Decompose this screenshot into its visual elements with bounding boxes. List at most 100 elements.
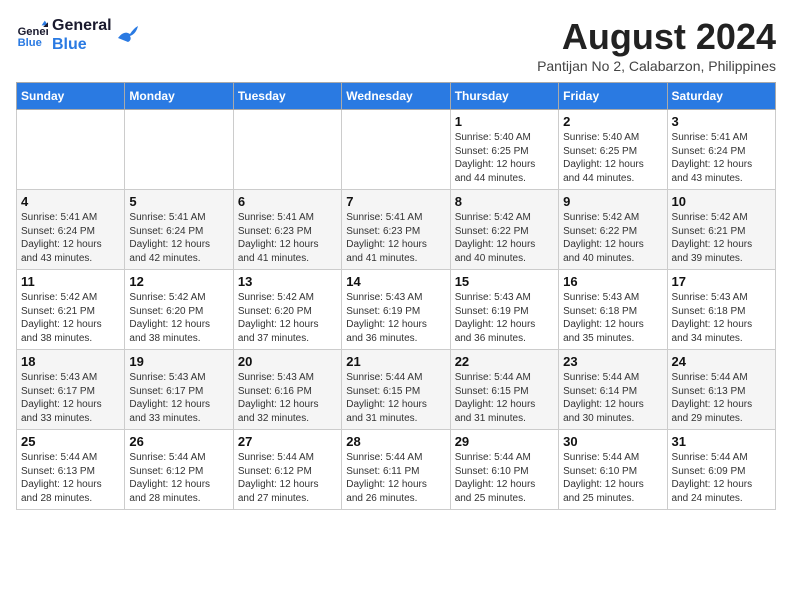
day-number: 10 bbox=[672, 194, 771, 209]
day-number: 25 bbox=[21, 434, 120, 449]
day-number: 24 bbox=[672, 354, 771, 369]
day-info: Sunrise: 5:43 AM Sunset: 6:16 PM Dayligh… bbox=[238, 371, 337, 425]
header: General Blue General Blue August 2024 Pa… bbox=[16, 16, 776, 74]
calendar-cell: 7 Sunrise: 5:41 AM Sunset: 6:23 PM Daylig… bbox=[342, 190, 450, 270]
weekday-header-friday: Friday bbox=[559, 83, 667, 110]
day-number: 31 bbox=[672, 434, 771, 449]
day-number: 4 bbox=[21, 194, 120, 209]
calendar-cell: 9 Sunrise: 5:42 AM Sunset: 6:22 PM Daylig… bbox=[559, 190, 667, 270]
day-info: Sunrise: 5:44 AM Sunset: 6:13 PM Dayligh… bbox=[672, 371, 771, 425]
day-info: Sunrise: 5:41 AM Sunset: 6:24 PM Dayligh… bbox=[129, 211, 228, 265]
day-info: Sunrise: 5:43 AM Sunset: 6:18 PM Dayligh… bbox=[672, 291, 771, 345]
day-number: 20 bbox=[238, 354, 337, 369]
day-info: Sunrise: 5:42 AM Sunset: 6:20 PM Dayligh… bbox=[238, 291, 337, 345]
day-info: Sunrise: 5:43 AM Sunset: 6:19 PM Dayligh… bbox=[455, 291, 554, 345]
day-info: Sunrise: 5:41 AM Sunset: 6:23 PM Dayligh… bbox=[238, 211, 337, 265]
day-info: Sunrise: 5:42 AM Sunset: 6:22 PM Dayligh… bbox=[563, 211, 662, 265]
day-info: Sunrise: 5:40 AM Sunset: 6:25 PM Dayligh… bbox=[455, 131, 554, 185]
calendar-cell: 25 Sunrise: 5:44 AM Sunset: 6:13 PM Dayli… bbox=[17, 430, 125, 510]
calendar-cell: 31Sunrise: 5:44 AM Sunset: 6:09 PM Dayli… bbox=[667, 430, 775, 510]
calendar-cell: 24 Sunrise: 5:44 AM Sunset: 6:13 PM Dayli… bbox=[667, 350, 775, 430]
calendar-cell: 14Sunrise: 5:43 AM Sunset: 6:19 PM Dayli… bbox=[342, 270, 450, 350]
calendar-cell: 4 Sunrise: 5:41 AM Sunset: 6:24 PM Daylig… bbox=[17, 190, 125, 270]
day-number: 7 bbox=[346, 194, 445, 209]
calendar-cell: 3 Sunrise: 5:41 AM Sunset: 6:24 PM Daylig… bbox=[667, 110, 775, 190]
calendar-week-3: 11Sunrise: 5:42 AM Sunset: 6:21 PM Dayli… bbox=[17, 270, 776, 350]
calendar-cell: 8 Sunrise: 5:42 AM Sunset: 6:22 PM Daylig… bbox=[450, 190, 558, 270]
weekday-header-row: SundayMondayTuesdayWednesdayThursdayFrid… bbox=[17, 83, 776, 110]
calendar-cell: 13 Sunrise: 5:42 AM Sunset: 6:20 PM Dayli… bbox=[233, 270, 341, 350]
day-info: Sunrise: 5:43 AM Sunset: 6:17 PM Dayligh… bbox=[129, 371, 228, 425]
calendar-cell: 1 Sunrise: 5:40 AM Sunset: 6:25 PM Daylig… bbox=[450, 110, 558, 190]
day-number: 13 bbox=[238, 274, 337, 289]
day-number: 1 bbox=[455, 114, 554, 129]
day-info: Sunrise: 5:44 AM Sunset: 6:12 PM Dayligh… bbox=[238, 451, 337, 505]
day-info: Sunrise: 5:42 AM Sunset: 6:21 PM Dayligh… bbox=[672, 211, 771, 265]
svg-text:General: General bbox=[18, 26, 48, 38]
calendar-cell: 5 Sunrise: 5:41 AM Sunset: 6:24 PM Daylig… bbox=[125, 190, 233, 270]
day-number: 2 bbox=[563, 114, 662, 129]
calendar-cell: 15 Sunrise: 5:43 AM Sunset: 6:19 PM Dayli… bbox=[450, 270, 558, 350]
day-info: Sunrise: 5:44 AM Sunset: 6:11 PM Dayligh… bbox=[346, 451, 445, 505]
calendar-week-1: 1 Sunrise: 5:40 AM Sunset: 6:25 PM Daylig… bbox=[17, 110, 776, 190]
calendar-cell: 20 Sunrise: 5:43 AM Sunset: 6:16 PM Dayli… bbox=[233, 350, 341, 430]
calendar-cell: 23Sunrise: 5:44 AM Sunset: 6:14 PM Dayli… bbox=[559, 350, 667, 430]
calendar-week-2: 4 Sunrise: 5:41 AM Sunset: 6:24 PM Daylig… bbox=[17, 190, 776, 270]
day-info: Sunrise: 5:43 AM Sunset: 6:18 PM Dayligh… bbox=[563, 291, 662, 345]
calendar-week-5: 25 Sunrise: 5:44 AM Sunset: 6:13 PM Dayli… bbox=[17, 430, 776, 510]
logo-general: General bbox=[52, 16, 112, 35]
calendar-cell bbox=[233, 110, 341, 190]
day-info: Sunrise: 5:42 AM Sunset: 6:20 PM Dayligh… bbox=[129, 291, 228, 345]
title-section: August 2024 Pantijan No 2, Calabarzon, P… bbox=[537, 16, 776, 74]
calendar-cell bbox=[125, 110, 233, 190]
month-title: August 2024 bbox=[537, 16, 776, 58]
calendar-cell: 28 Sunrise: 5:44 AM Sunset: 6:11 PM Dayli… bbox=[342, 430, 450, 510]
day-number: 18 bbox=[21, 354, 120, 369]
day-info: Sunrise: 5:41 AM Sunset: 6:23 PM Dayligh… bbox=[346, 211, 445, 265]
day-info: Sunrise: 5:43 AM Sunset: 6:19 PM Dayligh… bbox=[346, 291, 445, 345]
logo-blue: Blue bbox=[52, 35, 112, 54]
logo-bird-icon bbox=[116, 24, 138, 46]
day-info: Sunrise: 5:42 AM Sunset: 6:22 PM Dayligh… bbox=[455, 211, 554, 265]
weekday-header-saturday: Saturday bbox=[667, 83, 775, 110]
day-info: Sunrise: 5:41 AM Sunset: 6:24 PM Dayligh… bbox=[21, 211, 120, 265]
calendar-cell: 6Sunrise: 5:41 AM Sunset: 6:23 PM Daylig… bbox=[233, 190, 341, 270]
calendar-cell: 26Sunrise: 5:44 AM Sunset: 6:12 PM Dayli… bbox=[125, 430, 233, 510]
day-info: Sunrise: 5:44 AM Sunset: 6:10 PM Dayligh… bbox=[563, 451, 662, 505]
day-info: Sunrise: 5:44 AM Sunset: 6:15 PM Dayligh… bbox=[455, 371, 554, 425]
weekday-header-sunday: Sunday bbox=[17, 83, 125, 110]
day-number: 19 bbox=[129, 354, 228, 369]
calendar-week-4: 18 Sunrise: 5:43 AM Sunset: 6:17 PM Dayli… bbox=[17, 350, 776, 430]
calendar-cell: 21Sunrise: 5:44 AM Sunset: 6:15 PM Dayli… bbox=[342, 350, 450, 430]
calendar-cell: 12 Sunrise: 5:42 AM Sunset: 6:20 PM Dayli… bbox=[125, 270, 233, 350]
day-number: 5 bbox=[129, 194, 228, 209]
calendar-cell: 30Sunrise: 5:44 AM Sunset: 6:10 PM Dayli… bbox=[559, 430, 667, 510]
day-info: Sunrise: 5:41 AM Sunset: 6:24 PM Dayligh… bbox=[672, 131, 771, 185]
logo-icon: General Blue bbox=[16, 19, 48, 51]
day-number: 12 bbox=[129, 274, 228, 289]
day-number: 17 bbox=[672, 274, 771, 289]
calendar-cell: 10 Sunrise: 5:42 AM Sunset: 6:21 PM Dayli… bbox=[667, 190, 775, 270]
day-number: 15 bbox=[455, 274, 554, 289]
weekday-header-thursday: Thursday bbox=[450, 83, 558, 110]
calendar-cell: 27 Sunrise: 5:44 AM Sunset: 6:12 PM Dayli… bbox=[233, 430, 341, 510]
day-number: 23 bbox=[563, 354, 662, 369]
day-number: 9 bbox=[563, 194, 662, 209]
day-number: 8 bbox=[455, 194, 554, 209]
calendar-cell: 2Sunrise: 5:40 AM Sunset: 6:25 PM Daylig… bbox=[559, 110, 667, 190]
day-number: 28 bbox=[346, 434, 445, 449]
calendar-cell: 17 Sunrise: 5:43 AM Sunset: 6:18 PM Dayli… bbox=[667, 270, 775, 350]
calendar-cell: 19 Sunrise: 5:43 AM Sunset: 6:17 PM Dayli… bbox=[125, 350, 233, 430]
day-number: 16 bbox=[563, 274, 662, 289]
day-info: Sunrise: 5:44 AM Sunset: 6:12 PM Dayligh… bbox=[129, 451, 228, 505]
day-number: 27 bbox=[238, 434, 337, 449]
day-number: 22 bbox=[455, 354, 554, 369]
calendar-cell: 29Sunrise: 5:44 AM Sunset: 6:10 PM Dayli… bbox=[450, 430, 558, 510]
calendar-table: SundayMondayTuesdayWednesdayThursdayFrid… bbox=[16, 82, 776, 510]
weekday-header-monday: Monday bbox=[125, 83, 233, 110]
day-info: Sunrise: 5:44 AM Sunset: 6:13 PM Dayligh… bbox=[21, 451, 120, 505]
calendar-cell: 11Sunrise: 5:42 AM Sunset: 6:21 PM Dayli… bbox=[17, 270, 125, 350]
calendar-cell: 22 Sunrise: 5:44 AM Sunset: 6:15 PM Dayli… bbox=[450, 350, 558, 430]
day-number: 29 bbox=[455, 434, 554, 449]
day-number: 3 bbox=[672, 114, 771, 129]
